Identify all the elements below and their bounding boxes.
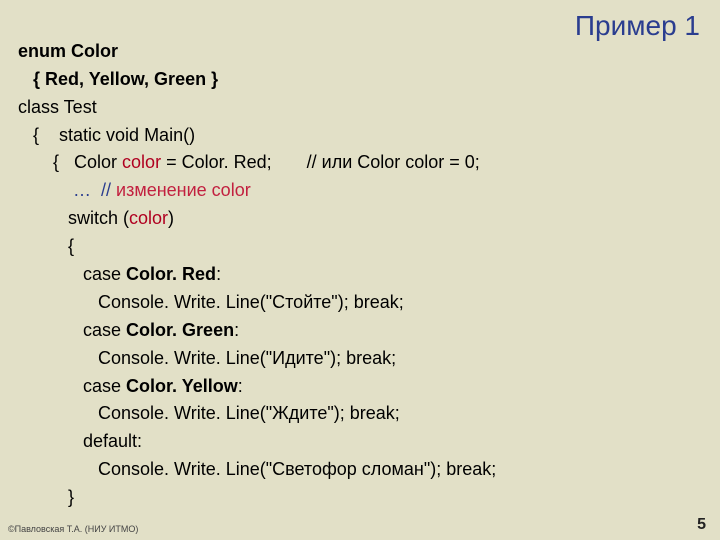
code-line: Console. Write. Line("Ждите"); break; [98, 403, 400, 423]
case-label: Color. Green [126, 320, 234, 340]
case-label: Color. Yellow [126, 376, 238, 396]
code-line: } [68, 487, 74, 507]
code-line: { static void Main() [33, 125, 195, 145]
code-text: : [238, 376, 243, 396]
code-text: … // [73, 180, 116, 200]
code-text: ) [168, 208, 174, 228]
footer-copyright: ©Павловская Т.А. (НИУ ИТМО) [8, 524, 138, 534]
comment: // или Color color = 0; [307, 152, 480, 172]
code-line: default: [83, 431, 142, 451]
code-line: { Red, Yellow, Green } [33, 69, 218, 89]
slide: Пример 1 enum Color { Red, Yellow, Green… [0, 0, 720, 540]
code-text: : [216, 264, 221, 284]
page-number: 5 [697, 516, 706, 534]
case-label: Color. Red [126, 264, 216, 284]
code-line: Console. Write. Line("Светофор сломан");… [98, 459, 496, 479]
code-text: = Color. Red; [161, 152, 272, 172]
comment-text: изменение color [116, 180, 251, 200]
slide-title: Пример 1 [575, 10, 700, 42]
code-line: { [68, 236, 74, 256]
code-line: enum Color [18, 41, 118, 61]
code-text: case [83, 320, 126, 340]
code-text: : [234, 320, 239, 340]
code-text: { Color [53, 152, 122, 172]
code-line: Console. Write. Line("Стойте"); break; [98, 292, 404, 312]
code-text: case [83, 264, 126, 284]
code-line: Console. Write. Line("Идите"); break; [98, 348, 396, 368]
identifier-color: color [129, 208, 168, 228]
code-line: class Test [18, 97, 97, 117]
code-text: switch ( [68, 208, 129, 228]
code-block: enum Color { Red, Yellow, Green } class … [18, 10, 702, 512]
identifier-color: color [122, 152, 161, 172]
code-text: case [83, 376, 126, 396]
